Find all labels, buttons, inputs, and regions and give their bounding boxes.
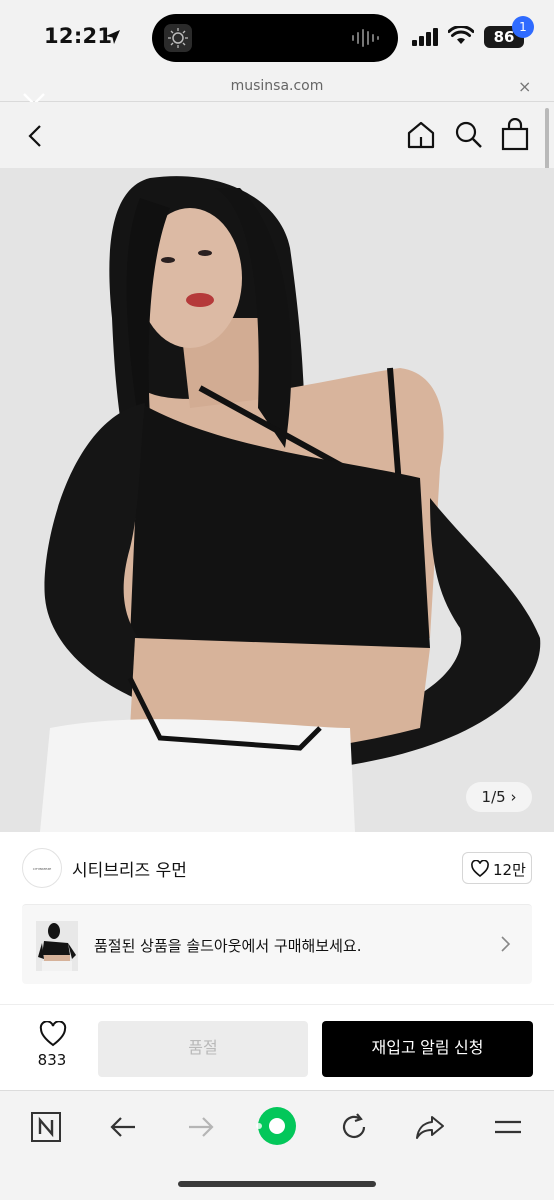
cart-count-badge: 1 xyxy=(512,16,534,38)
brand-like-button[interactable]: 12만 xyxy=(462,852,532,884)
cart-icon[interactable] xyxy=(500,118,530,152)
status-time: 12:21 xyxy=(44,24,113,48)
heart-icon xyxy=(471,860,489,877)
soldout-button: 품절 xyxy=(98,1021,308,1077)
product-image[interactable] xyxy=(0,168,554,832)
soldout-banner[interactable]: 품절된 상품을 솔드아웃에서 구매해보세요. xyxy=(22,904,532,984)
forward-icon[interactable] xyxy=(186,1111,216,1143)
status-bar: 12:21 86 xyxy=(0,0,554,72)
banner-thumbnail xyxy=(36,921,78,971)
dynamic-island xyxy=(152,14,398,62)
heart-icon xyxy=(39,1020,67,1047)
wifi-icon xyxy=(448,26,474,44)
menu-icon[interactable] xyxy=(492,1111,524,1143)
image-counter[interactable]: 1/5 › xyxy=(466,782,532,812)
brand-row[interactable]: CITYBREEZE 시티브리즈 우먼 12만 xyxy=(0,832,554,904)
naver-n-icon[interactable] xyxy=(30,1111,62,1143)
home-icon[interactable] xyxy=(406,120,436,150)
brand-like-count: 12만 xyxy=(493,861,526,879)
browser-url-bar[interactable]: musinsa.com × xyxy=(0,72,554,102)
back-icon[interactable] xyxy=(108,1111,138,1143)
url-close-button[interactable]: × xyxy=(518,77,531,96)
home-indicator xyxy=(178,1181,376,1187)
purchase-action-bar: 833 품절 재입고 알림 신청 xyxy=(0,1004,554,1090)
brand-name[interactable]: 시티브리즈 우먼 xyxy=(72,856,187,881)
share-icon[interactable] xyxy=(414,1111,446,1143)
green-dot-icon[interactable] xyxy=(256,1105,298,1147)
brand-logo[interactable]: CITYBREEZE xyxy=(22,848,62,888)
refresh-icon[interactable] xyxy=(338,1111,370,1143)
back-arrow-icon[interactable] xyxy=(26,124,46,148)
chevron-right-icon xyxy=(501,936,511,952)
search-icon[interactable] xyxy=(454,120,484,150)
wishlist-button[interactable] xyxy=(30,1020,76,1051)
audio-waveform-icon xyxy=(352,29,379,47)
restock-alert-button[interactable]: 재입고 알림 신청 xyxy=(322,1021,533,1077)
location-arrow-icon xyxy=(106,30,120,44)
site-header xyxy=(0,102,554,168)
product-photo xyxy=(0,168,554,832)
url-text[interactable]: musinsa.com xyxy=(0,78,554,94)
cellular-signal-icon xyxy=(412,28,438,46)
banner-text: 품절된 상품을 솔드아웃에서 구매해보세요. xyxy=(94,937,362,955)
wishlist-count: 833 xyxy=(37,1051,67,1069)
island-app-icon xyxy=(164,24,192,52)
